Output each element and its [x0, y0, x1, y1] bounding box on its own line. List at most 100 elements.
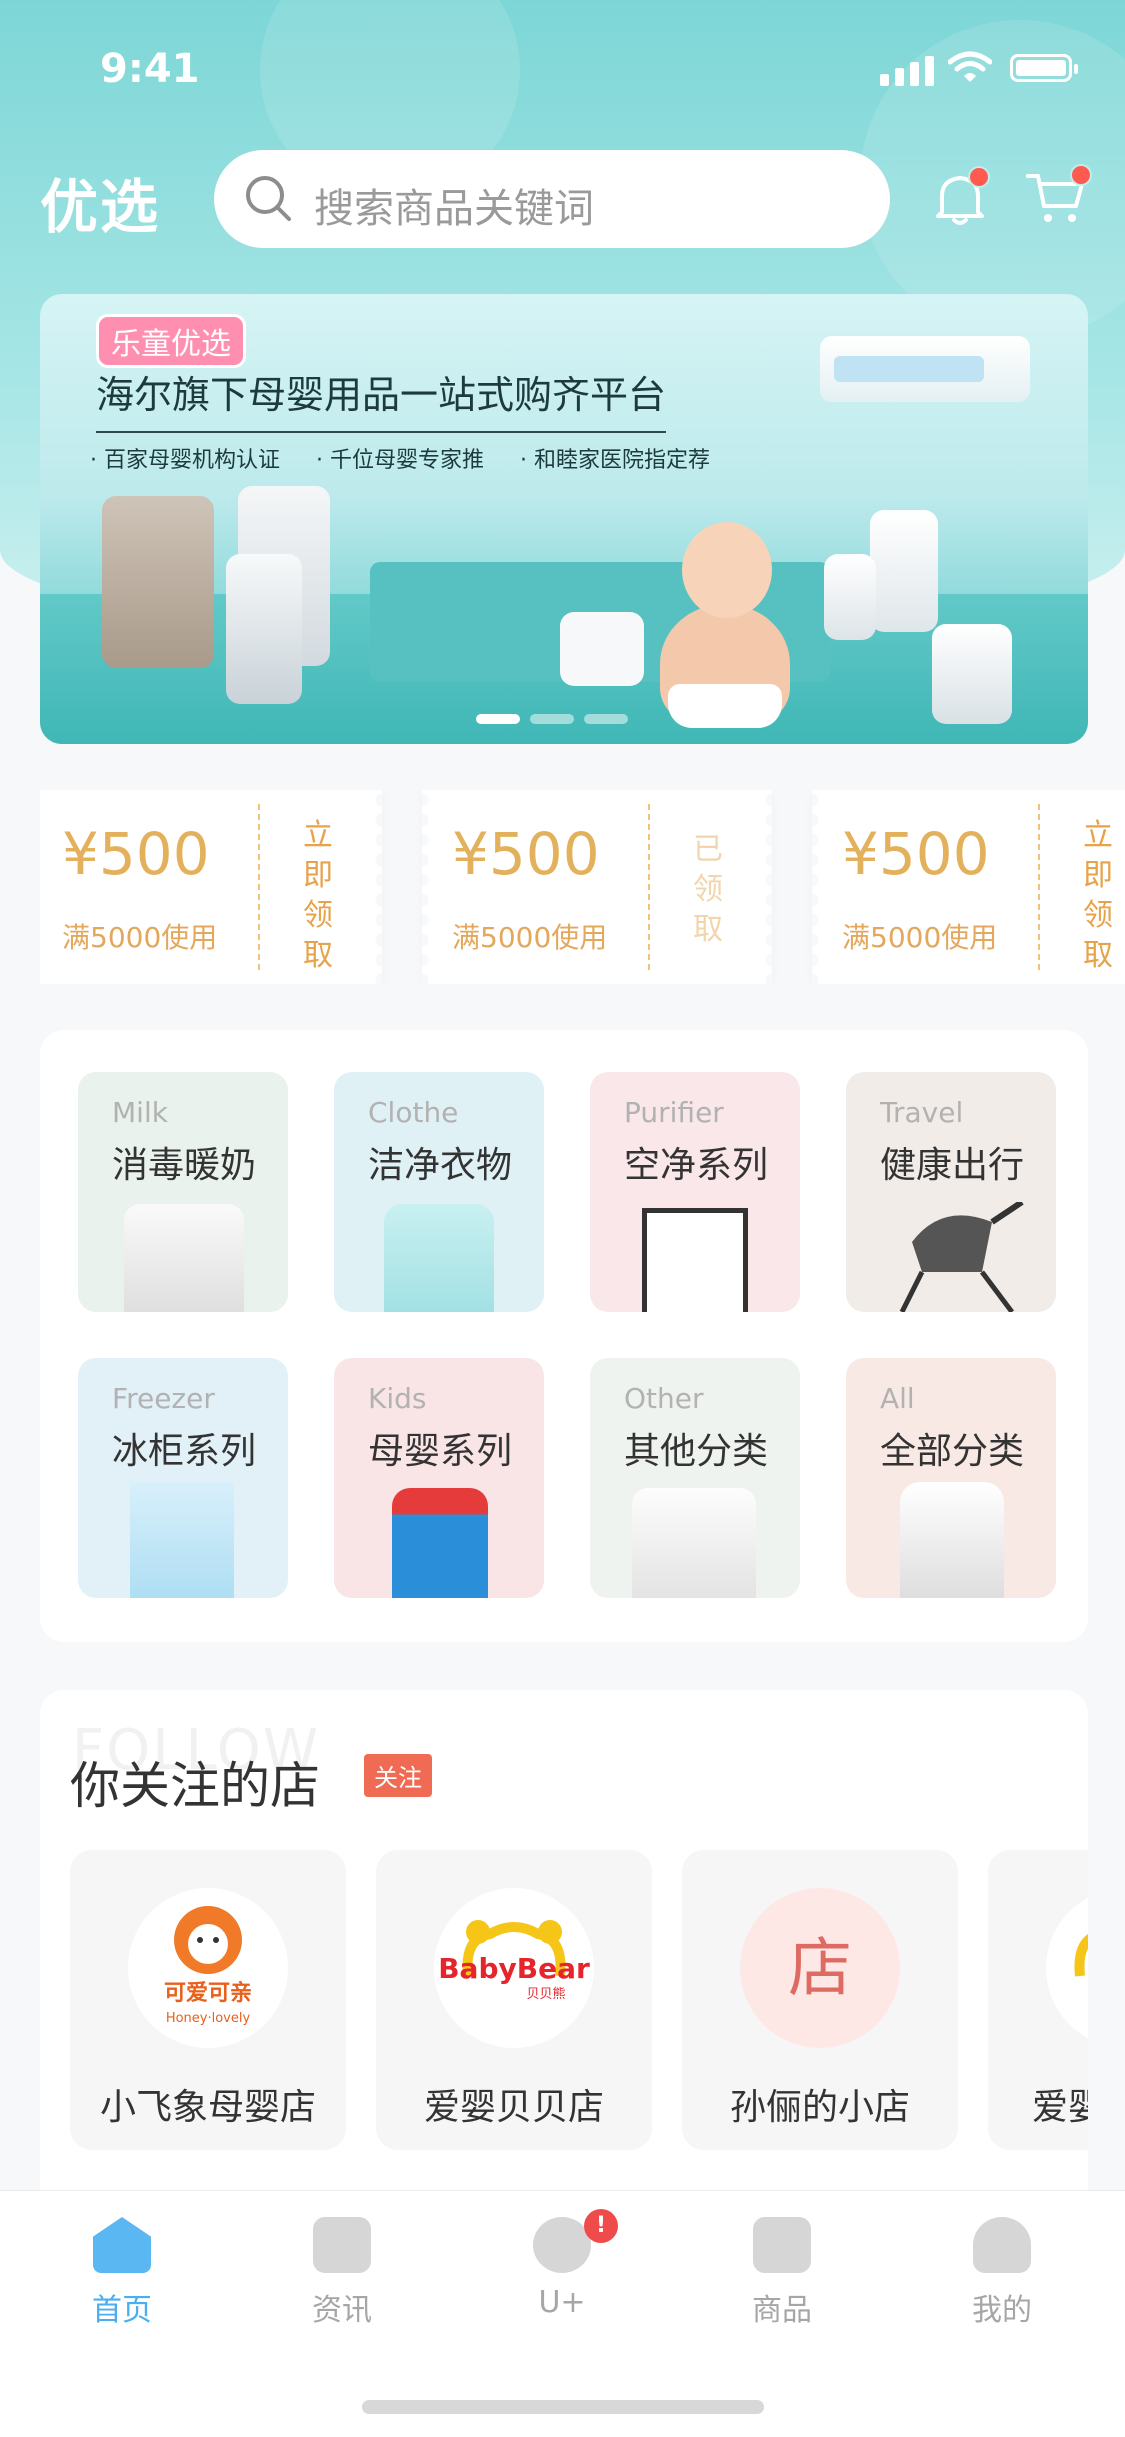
tab-products[interactable]: 商品 — [712, 2217, 852, 2329]
store-logo: BabyBear 贝贝熊 — [434, 1888, 594, 2048]
store-card[interactable]: BabyBear 贝贝熊 爱婴贝贝店 — [376, 1850, 652, 2150]
coupon-card[interactable]: ¥500 满5000使用 立即领取 — [812, 790, 1125, 984]
home-icon — [93, 2217, 151, 2273]
notification-button[interactable] — [932, 166, 990, 232]
store-card[interactable]: 店 孙俪的小店 — [682, 1850, 958, 2150]
category-all[interactable]: All 全部分类 — [846, 1358, 1056, 1598]
store-icon: 店 — [788, 1932, 852, 2006]
news-icon — [313, 2217, 371, 2273]
coupon-amount: ¥500 — [62, 820, 210, 888]
banner-bullet: · 千位母婴专家推 — [316, 448, 484, 473]
signal-icon — [880, 56, 934, 86]
coupon-card[interactable]: ¥500 满5000使用 已领取 — [422, 790, 772, 984]
home-indicator — [362, 2400, 764, 2414]
coupon-claim-button[interactable]: 立即领取 — [1080, 816, 1116, 976]
store-logo: 可爱可亲 Honey·lovely — [128, 1888, 288, 2048]
robot-icon — [533, 2217, 591, 2273]
banner-bullets: · 百家母婴机构认证 · 千位母婴专家推 · 和睦家医院指定荐 — [90, 442, 710, 474]
store-logo: Ba — [1046, 1888, 1088, 2048]
search-input[interactable]: 搜索商品关键词 — [214, 150, 890, 248]
store-name: 孙俪的小店 — [729, 2087, 910, 2128]
stroller-image — [899, 1202, 1024, 1312]
banner-tag: 乐童优选 — [96, 314, 246, 368]
category-label: 洁净衣物 — [368, 1145, 513, 1186]
bottle-sterilizer-image — [632, 1488, 756, 1598]
baby-diaper — [668, 684, 782, 728]
tab-home[interactable]: 首页 — [52, 2217, 192, 2329]
kettle-image — [900, 1482, 1004, 1598]
coupon-divider — [648, 804, 650, 970]
category-label: 空净系列 — [624, 1145, 769, 1186]
category-en-label: Freezer — [112, 1382, 215, 1415]
coupon-amount: ¥500 — [452, 820, 600, 888]
category-freezer[interactable]: Freezer 冰柜系列 — [78, 1358, 288, 1598]
wifi-icon — [948, 51, 992, 82]
coupon-amount: ¥500 — [842, 820, 990, 888]
category-en-label: All — [880, 1382, 915, 1415]
page-title: 优选 — [40, 173, 161, 241]
tab-badge: ! — [584, 2209, 618, 2243]
banner-bullet: · 百家母婴机构认证 — [90, 448, 280, 473]
category-en-label: Purifier — [624, 1096, 724, 1129]
washer-image — [102, 496, 214, 668]
cart-button[interactable] — [1026, 164, 1092, 232]
category-travel[interactable]: Travel 健康出行 — [846, 1072, 1056, 1312]
store-logo-text: 店 — [788, 1932, 852, 2006]
store-name: 爱婴贝贝店 — [423, 2087, 604, 2128]
store-logo-text: BabyBear — [438, 1952, 590, 1985]
coupon-claim-button[interactable]: 立即领取 — [300, 816, 336, 976]
store-card[interactable]: Ba 爱婴 — [988, 1850, 1088, 2150]
category-milk[interactable]: Milk 消毒暖奶 — [78, 1072, 288, 1312]
store-logo-text: 可爱可亲 — [164, 1981, 252, 2006]
store-logo: 店 — [740, 1888, 900, 2048]
coupon-condition: 满5000使用 — [452, 921, 608, 954]
category-label: 冰柜系列 — [112, 1431, 257, 1472]
banner-bullet: · 和睦家医院指定荐 — [520, 448, 710, 473]
air-conditioner-image — [820, 336, 1030, 402]
category-en-label: Milk — [112, 1096, 168, 1129]
pager-dot — [584, 714, 628, 724]
store-name: 爱婴 — [1032, 2087, 1088, 2128]
sterilizer-image — [560, 612, 644, 686]
tab-label: U+ — [538, 2285, 586, 2320]
filter-image — [642, 1208, 748, 1312]
status-time: 9:41 — [100, 46, 200, 92]
notification-dot — [968, 166, 990, 188]
category-panel: Milk 消毒暖奶 Clothe 洁净衣物 Purifier 空净系列 Trav… — [40, 1030, 1088, 1642]
tab-profile[interactable]: 我的 — [932, 2217, 1072, 2329]
status-bar: 9:41 — [0, 0, 1125, 130]
promo-banner[interactable]: 乐童优选 海尔旗下母婴用品一站式购齐平台 · 百家母婴机构认证 · 千位母婴专家… — [40, 294, 1088, 744]
battery-icon — [1010, 54, 1078, 82]
food-maker-image — [932, 624, 1012, 724]
category-clothe[interactable]: Clothe 洁净衣物 — [334, 1072, 544, 1312]
followed-stores-panel: FOLLOW 你关注的店 关注 可爱可亲 Honey·lovely 小飞象母婴店… — [40, 1690, 1088, 2210]
purifier-small-image — [226, 554, 302, 704]
user-icon — [973, 2217, 1031, 2273]
tab-label: 我的 — [972, 2293, 1032, 2328]
category-purifier[interactable]: Purifier 空净系列 — [590, 1072, 800, 1312]
coupon-condition: 满5000使用 — [842, 921, 998, 954]
store-card[interactable]: 可爱可亲 Honey·lovely 小飞象母婴店 — [70, 1850, 346, 2150]
category-label: 其他分类 — [624, 1431, 769, 1472]
search-icon — [246, 176, 291, 221]
category-en-label: Clothe — [368, 1096, 459, 1129]
follow-badge: 关注 — [364, 1754, 432, 1797]
cart-dot — [1070, 164, 1092, 186]
coupon-card[interactable]: ¥500 满5000使用 立即领取 — [40, 790, 382, 984]
coupon-claimed-label: 已领取 — [693, 832, 723, 947]
shopping-bag-icon — [753, 2217, 811, 2273]
banner-headline: 海尔旗下母婴用品一站式购齐平台 — [96, 364, 667, 433]
tab-u-plus[interactable]: ! U+ — [492, 2209, 632, 2320]
pager-dot — [530, 714, 574, 724]
category-other[interactable]: Other 其他分类 — [590, 1358, 800, 1598]
category-label: 全部分类 — [880, 1431, 1025, 1472]
category-en-label: Other — [624, 1382, 704, 1415]
pager-dot — [476, 714, 520, 724]
category-en-label: Kids — [368, 1382, 427, 1415]
category-label: 健康出行 — [880, 1145, 1025, 1186]
category-kids[interactable]: Kids 母婴系列 — [334, 1358, 544, 1598]
bottle-warmer-image — [824, 554, 876, 640]
coupon-divider — [1038, 804, 1040, 970]
tab-news[interactable]: 资讯 — [272, 2217, 412, 2329]
category-en-label: Travel — [880, 1096, 964, 1129]
